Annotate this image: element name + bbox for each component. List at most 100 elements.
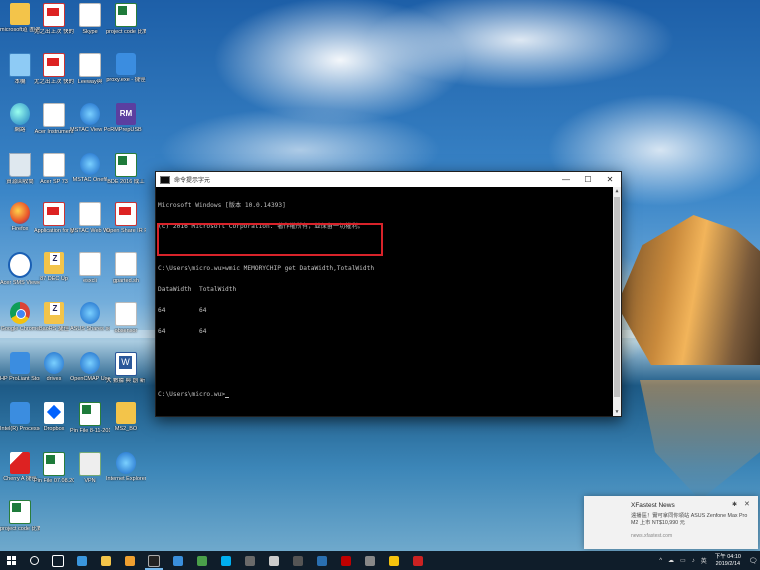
taskbar-button-edge[interactable] — [70, 551, 94, 570]
desktop-icon[interactable]: 87 DEC Up — [34, 252, 74, 300]
taskbar-button-app-1[interactable] — [190, 551, 214, 570]
maximize-button[interactable]: ☐ — [577, 172, 599, 187]
intel-icon — [10, 402, 30, 424]
desktop-icon[interactable]: BDE 2016 成工 — [106, 153, 146, 201]
console-line: DataWidth TotalWidth — [158, 286, 237, 293]
desktop-icon[interactable]: MSTAC Onefil — [70, 153, 110, 201]
taskbar-button-calculator[interactable] — [286, 551, 310, 570]
excel-icon — [43, 452, 65, 476]
scroll-down-icon[interactable]: ▼ — [613, 408, 621, 416]
desktop-icon-label: RMPrepUSB — [110, 127, 142, 133]
desktop-icon[interactable]: Pin File 07.08.2019 — [34, 452, 74, 500]
desktop-icon[interactable]: obsensor — [106, 302, 146, 350]
desktop-icon-label: Leeway與 — [77, 79, 103, 85]
desktop-icon-label: Pin File 8-11-2018 — [70, 428, 110, 434]
word-icon — [115, 352, 137, 376]
taskbar-button-search[interactable] — [22, 551, 46, 570]
desktop-icon[interactable]: Acer Instrument — [34, 103, 74, 151]
console-line: Microsoft Windows [版本 10.0.14393] — [158, 202, 286, 209]
desktop-icon[interactable]: ASUS Shares setup — [70, 302, 110, 350]
close-button[interactable]: ✕ — [599, 172, 621, 187]
desktop-icon[interactable]: OpenCMAP User Guide — [70, 352, 110, 400]
action-center-icon[interactable]: 🗨 — [746, 557, 760, 565]
start-button[interactable] — [0, 551, 22, 570]
tray-onedrive-icon[interactable]: ☁ — [668, 557, 674, 564]
desktop-icon[interactable]: Dropbox — [34, 402, 74, 450]
taskbar-clock[interactable]: 下午 04:10 2019/2/14 — [715, 554, 741, 567]
app-icon — [197, 555, 207, 566]
desktop-icon[interactable]: proxy.exe - 捷徑 — [106, 53, 146, 101]
taskbar-button-task-view[interactable] — [46, 551, 70, 570]
command-prompt-window[interactable]: 命令提示字元 — ☐ ✕ Microsoft Windows [版本 10.0.… — [155, 171, 622, 417]
desktop-icon-label: Acer SP 73 — [40, 179, 68, 185]
desktop-icon[interactable]: project code 比對之 — [0, 500, 40, 548]
window-titlebar[interactable]: 命令提示字元 — ☐ ✕ — [156, 172, 621, 187]
taskbar-button-app-6[interactable] — [406, 551, 430, 570]
desktop-icon-label: Acer Instrument — [34, 129, 74, 135]
console-prompt: C:\Users\micro.wu> — [158, 391, 226, 398]
zip-folder-icon — [44, 252, 64, 274]
desktop-icon[interactable]: MSTAC View Portal — [70, 103, 110, 151]
recycle-bin-icon — [9, 153, 31, 177]
desktop-icon[interactable]: MSTAC Web Wall 2018 — [70, 202, 110, 250]
document-icon — [79, 3, 101, 27]
desktop-icon[interactable]: VPN — [70, 452, 110, 500]
app-icon — [365, 555, 375, 566]
desktop-icon[interactable]: RM RMPrepUSB — [106, 103, 146, 151]
console-output[interactable]: Microsoft Windows [版本 10.0.14393] (c) 20… — [156, 187, 621, 418]
taskbar-button-skype[interactable] — [214, 551, 238, 570]
desktop-icon[interactable]: gparted.sh — [106, 252, 146, 300]
minimize-button[interactable]: — — [555, 172, 577, 187]
desktop-icon-label: OpenCMAP User Guide — [70, 376, 110, 382]
desktop-icon[interactable]: Skype — [70, 3, 110, 51]
gear-icon[interactable]: ✱ — [732, 501, 737, 508]
console-line: 64 64 — [158, 328, 207, 335]
taskbar-button-chrome[interactable] — [382, 551, 406, 570]
tray-volume-icon[interactable]: ♪ — [692, 558, 695, 564]
desktop-icon-label: Pin File 07.08.2019 — [34, 478, 74, 484]
desktop-icon[interactable]: BaoRS 捷徑 — [34, 302, 74, 350]
tray-network-icon[interactable]: ▭ — [680, 557, 686, 564]
vertical-scrollbar[interactable]: ▲ ▼ — [613, 187, 621, 416]
console-prompt-line: C:\Users\micro.wu> — [158, 391, 619, 398]
desktop-icon-label: MS2_BO — [114, 426, 138, 432]
desktop-icon[interactable]: Pin File 8-11-2018 — [70, 402, 110, 450]
taskbar-button-store[interactable] — [118, 551, 142, 570]
taskbar-button-app-3[interactable] — [262, 551, 286, 570]
tray-ime-icon[interactable]: 英 — [701, 556, 707, 565]
desktop-icon[interactable]: 大 數據 與 創 新 應 用 — [106, 352, 146, 400]
taskbar-button-app-2[interactable] — [238, 551, 262, 570]
desktop-icon-label: obsensor — [114, 328, 138, 334]
desktop-icon[interactable]: Acer SP 73 — [34, 153, 74, 201]
desktop-icon[interactable]: Application for general — [34, 202, 74, 250]
scrollbar-thumb[interactable] — [614, 197, 620, 397]
notification-toast[interactable]: XFastest News ✱ ✕ 遠播區！實可拿同你領站 ASUS Zenfo… — [584, 496, 758, 549]
desktop-icon[interactable]: Leeway與 — [70, 53, 110, 101]
ie-icon — [116, 452, 136, 474]
desktop-icon[interactable]: 尤之出上次 快的 捷徑 — [34, 3, 74, 51]
taskbar-button-filezilla[interactable] — [334, 551, 358, 570]
taskbar-button-app-5[interactable] — [358, 551, 382, 570]
app-icon — [413, 555, 423, 566]
taskbar-button-app-4[interactable] — [310, 551, 334, 570]
cmd-icon — [148, 554, 160, 567]
close-icon[interactable]: ✕ — [744, 500, 750, 508]
desktop-icon[interactable]: esxcli — [70, 252, 110, 300]
desktop-icon[interactable]: Open Share IR Feedback — [106, 202, 146, 250]
taskbar-button-cmd[interactable] — [142, 551, 166, 570]
taskbar-button-mail[interactable] — [166, 551, 190, 570]
ie-icon — [80, 352, 100, 374]
desktop-icon[interactable]: Internet Explorer — [106, 452, 146, 500]
desktop-icon[interactable]: MS2_BO — [106, 402, 146, 450]
taskbar-button-file-explorer[interactable] — [94, 551, 118, 570]
this-pc-icon — [9, 53, 31, 77]
desktop-icon[interactable]: 尤之出上次 快的 捷徑 — [34, 53, 74, 101]
cmd-app-icon — [160, 175, 170, 184]
ie-icon — [44, 352, 64, 374]
desktop-icon[interactable]: project code 比對之 — [106, 3, 146, 51]
desktop-icon-label: MSTAC View Portal — [70, 127, 110, 133]
desktop-icon[interactable]: drives — [34, 352, 74, 400]
scroll-up-icon[interactable]: ▲ — [613, 187, 621, 195]
tray-chevron-icon[interactable]: ^ — [659, 558, 662, 564]
vpn-icon — [79, 452, 101, 476]
